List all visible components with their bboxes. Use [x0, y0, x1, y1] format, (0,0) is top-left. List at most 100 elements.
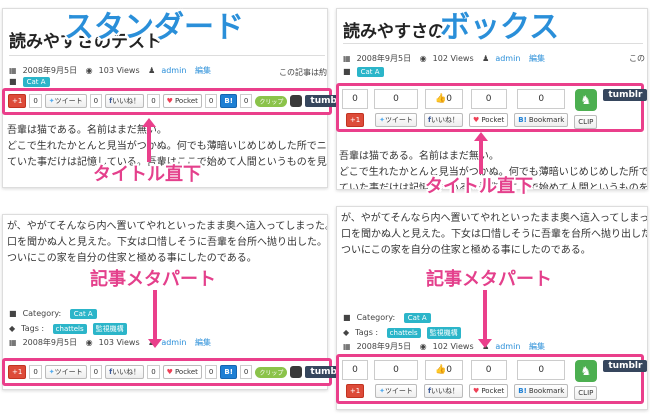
tweet-button[interactable]: ✦ ツイート: [44, 94, 87, 108]
folder-icon: ■: [343, 67, 351, 76]
hatena-button[interactable]: B!: [220, 94, 237, 108]
post-author[interactable]: admin: [161, 66, 186, 75]
evernote-icon: ♞: [574, 89, 597, 111]
category-badge[interactable]: Cat A: [356, 67, 384, 77]
post-author[interactable]: admin: [495, 54, 520, 63]
tweet-box[interactable]: 0 ✦ ツイート: [374, 360, 418, 398]
facebook-like-button[interactable]: f いいね！: [105, 94, 145, 108]
clip-button[interactable]: クリップ: [255, 366, 288, 378]
hatena-icon: B!: [518, 387, 527, 395]
box-bottom-share-row: 0 +1 0 ✦ ツイート 👍 0 f いいね！ 0 ♥ Pocket 0 B! Bookmark …: [342, 360, 648, 400]
post-date: 2008年9月5日: [356, 54, 412, 63]
arrow-up-left: [142, 118, 156, 162]
arrow-up-right: [474, 132, 488, 174]
bookmark-box[interactable]: 0 B! Bookmark: [514, 89, 569, 127]
pocket-button[interactable]: ♥ Pocket: [162, 365, 202, 379]
folder-icon: ■: [9, 77, 17, 86]
standard-top-share-row: +1 0 ✦ ツイート 0 f いいね！ 0 ♥ Pocket 0 B! 0 クリップ tumb…: [8, 94, 350, 108]
calendar-icon: ▦: [9, 66, 17, 75]
standard-bottom-share-row: +1 0 ✦ ツイート 0 f いいね！ 0 ♥ Pocket 0 B! 0 クリップ tumb…: [8, 365, 350, 379]
post-meta: ▦2008年9月5日 ◉102 Views ♟admin 編集: [343, 342, 545, 351]
bookmark-box[interactable]: 0 B! Bookmark: [514, 360, 569, 398]
category-badge[interactable]: Cat A: [403, 313, 431, 323]
edit-link[interactable]: 編集: [195, 338, 211, 347]
arrow-down-left: [148, 290, 162, 348]
tag-badge[interactable]: 監視機構: [92, 323, 127, 335]
like-box[interactable]: 👍 0 f いいね！: [424, 89, 464, 127]
pocket-icon: ♥: [473, 387, 480, 395]
eye-icon: ◉: [85, 66, 93, 75]
tag-badge[interactable]: chattels: [52, 324, 87, 334]
hatena-icon: B!: [518, 116, 527, 124]
pocket-icon: ♥: [166, 368, 173, 376]
pocket-icon: ♥: [473, 116, 480, 124]
folder-icon: ■: [343, 313, 351, 322]
user-icon: ♟: [148, 66, 156, 75]
pocket-icon: ♥: [166, 97, 173, 105]
reading-time: この: [629, 54, 645, 63]
evernote-icon[interactable]: [290, 95, 303, 107]
post-author[interactable]: admin: [161, 338, 186, 347]
gplus-box[interactable]: 0 +1: [342, 360, 368, 398]
pocket-button[interactable]: ♥ Pocket: [162, 94, 202, 108]
edit-link[interactable]: 編集: [195, 66, 211, 75]
category-row: ■ Cat A: [9, 77, 56, 87]
user-icon: ♟: [482, 54, 490, 63]
hatena-button[interactable]: B!: [220, 365, 237, 379]
body-text: が、やがてそんなら内へ置いてやれといったまま奥へ這入ってしまった。主 口を聞かぬ人…: [7, 221, 328, 264]
edit-link[interactable]: 編集: [529, 54, 545, 63]
arrow-down-right: [478, 290, 492, 348]
tags-row: ◆ Tags : chattels 監視機構: [343, 327, 467, 339]
pocket-box[interactable]: 0 ♥ Pocket: [469, 89, 509, 127]
post-meta: ▦2008年9月5日 ◉103 Views ♟admin 編集: [9, 338, 211, 347]
thumbs-up-icon: 👍: [435, 365, 447, 375]
meta-part-label-left: 記事メタパート: [90, 269, 216, 290]
category-row: ■ Cat A: [343, 67, 390, 77]
tag-icon: ◆: [9, 324, 16, 333]
category-badge[interactable]: Cat A: [69, 309, 97, 319]
evernote-icon[interactable]: [290, 366, 303, 378]
post-meta: ▦2008年9月5日 ◉103 Views ♟admin 編集: [9, 65, 217, 76]
post-title[interactable]: 読みやすさの: [343, 17, 445, 42]
box-top-share-row: 0 +1 0 ✦ ツイート 👍 0 f いいね！ 0 ♥ Pocket 0 B! Bookmark …: [342, 89, 648, 129]
standard-label: スタンダード: [64, 10, 244, 45]
under-title-label-left: タイトル直下: [93, 164, 201, 185]
post-views: 102 Views: [432, 54, 474, 63]
post-views: 103 Views: [98, 66, 140, 75]
category-row: ■ Category: Cat A: [9, 309, 103, 319]
facebook-like-button[interactable]: f いいね！: [105, 365, 145, 379]
tumblr-button[interactable]: tumblr: [603, 89, 648, 101]
gplus-box[interactable]: 0 +1: [342, 89, 368, 127]
post-author[interactable]: admin: [495, 342, 520, 351]
tags-row: ◆ Tags : chattels 監視機構: [9, 323, 133, 335]
eye-icon: ◉: [419, 342, 427, 351]
tag-badge[interactable]: 監視機構: [426, 327, 461, 339]
like-box[interactable]: 👍 0 f いいね！: [424, 360, 464, 398]
evernote-icon: ♞: [574, 360, 597, 382]
tag-badge[interactable]: chattels: [386, 328, 421, 338]
evernote-box[interactable]: ♞ CLIP: [574, 89, 598, 129]
thumbs-up-icon: 👍: [435, 94, 447, 104]
reading-time: この記事は約 4 分: [279, 68, 327, 77]
calendar-icon: ▦: [343, 342, 351, 351]
category-badge[interactable]: Cat A: [22, 77, 50, 87]
clip-button[interactable]: クリップ: [255, 95, 288, 107]
post-meta: ▦ 2008年9月5日 ◉ 102 Views ♟ admin 編集: [343, 53, 551, 64]
edit-link[interactable]: 編集: [529, 342, 545, 351]
category-row: ■ Category: Cat A: [343, 313, 437, 323]
pocket-box[interactable]: 0 ♥ Pocket: [469, 360, 509, 398]
folder-icon: ■: [9, 309, 17, 318]
tag-icon: ◆: [343, 328, 350, 337]
calendar-icon: ▦: [9, 338, 17, 347]
tumblr-button[interactable]: tumblr: [603, 360, 648, 372]
tweet-box[interactable]: 0 ✦ ツイート: [374, 89, 418, 127]
evernote-box[interactable]: ♞ CLIP: [574, 360, 598, 400]
box-label: ボックス: [440, 10, 560, 45]
eye-icon: ◉: [419, 54, 427, 63]
meta-part-label-right: 記事メタパート: [426, 269, 552, 290]
gplus-button[interactable]: +1: [8, 365, 27, 379]
tweet-button[interactable]: ✦ ツイート: [44, 365, 87, 379]
gplus-button[interactable]: +1: [8, 94, 27, 108]
calendar-icon: ▦: [343, 54, 351, 63]
under-title-label-right: タイトル直下: [425, 176, 533, 197]
